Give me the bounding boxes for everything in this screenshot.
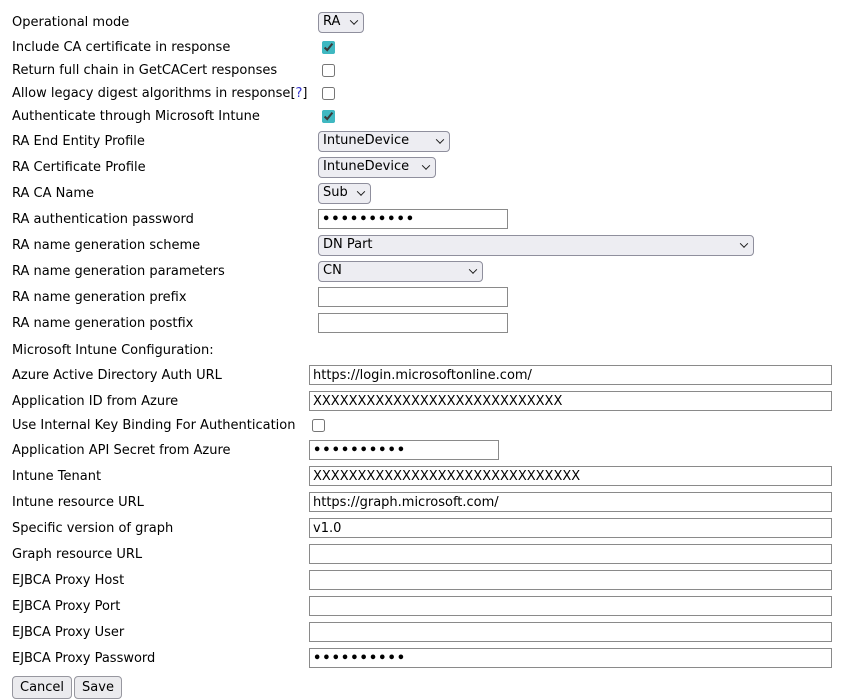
return-full-chain-checkbox[interactable] xyxy=(322,64,335,77)
ra-name-scheme-label: RA name generation scheme xyxy=(12,238,318,253)
ra-certificate-profile-label: RA Certificate Profile xyxy=(12,160,318,175)
authenticate-intune-checkbox[interactable] xyxy=(322,110,335,123)
intune-section-title: Microsoft Intune Configuration: xyxy=(12,343,214,358)
intune-resource-url-input[interactable] xyxy=(309,492,832,512)
ra-end-entity-profile-select-wrap: IntuneDevice xyxy=(318,131,450,152)
ra-ca-name-label: RA CA Name xyxy=(12,186,318,201)
operational-mode-select-wrap: RA xyxy=(318,12,364,33)
field-row-ra-name-postfix: RA name generation postfix xyxy=(12,310,845,336)
ra-name-scheme-select-wrap: DN Part xyxy=(318,235,754,256)
field-row-graph-version: Specific version of graph xyxy=(12,515,845,541)
graph-resource-url-input[interactable] xyxy=(309,544,832,564)
graph-version-label: Specific version of graph xyxy=(12,521,309,536)
field-row-ra-name-params: RA name generation parameters CN xyxy=(12,258,845,284)
field-row-ra-name-scheme: RA name generation scheme DN Part xyxy=(12,232,845,258)
field-row-return-full-chain: Return full chain in GetCACert responses xyxy=(12,59,845,82)
operational-mode-label: Operational mode xyxy=(12,15,318,30)
proxy-password-input[interactable] xyxy=(309,648,832,668)
field-row-proxy-user: EJBCA Proxy User xyxy=(12,619,845,645)
ra-certificate-profile-select-wrap: IntuneDevice xyxy=(318,157,436,178)
ra-name-postfix-input[interactable] xyxy=(318,313,508,333)
field-row-application-api-secret: Application API Secret from Azure xyxy=(12,437,845,463)
ra-ca-name-select-wrap: Sub xyxy=(318,183,371,204)
intune-tenant-input[interactable] xyxy=(309,466,832,486)
proxy-user-input[interactable] xyxy=(309,622,832,642)
proxy-host-label: EJBCA Proxy Host xyxy=(12,573,309,588)
field-row-ra-certificate-profile: RA Certificate Profile IntuneDevice xyxy=(12,154,845,180)
proxy-password-label: EJBCA Proxy Password xyxy=(12,651,309,666)
ra-certificate-profile-select[interactable]: IntuneDevice xyxy=(318,157,436,178)
allow-legacy-digest-label: Allow legacy digest algorithms in respon… xyxy=(12,86,318,101)
ra-name-scheme-select[interactable]: DN Part xyxy=(318,235,754,256)
cancel-button[interactable]: Cancel xyxy=(12,676,72,699)
field-row-proxy-password: EJBCA Proxy Password xyxy=(12,645,845,671)
application-id-label: Application ID from Azure xyxy=(12,394,309,409)
use-internal-key-binding-label: Use Internal Key Binding For Authenticat… xyxy=(12,418,309,433)
field-row-ra-end-entity-profile: RA End Entity Profile IntuneDevice xyxy=(12,128,845,154)
field-row-intune-resource-url: Intune resource URL xyxy=(12,489,845,515)
ra-end-entity-profile-select[interactable]: IntuneDevice xyxy=(318,131,450,152)
scep-alias-config-page: { "colors": { "checkbox_accent": "#3fb8c… xyxy=(0,0,845,697)
use-internal-key-binding-checkbox[interactable] xyxy=(312,419,325,432)
field-row-use-internal-key-binding: Use Internal Key Binding For Authenticat… xyxy=(12,414,845,437)
ra-end-entity-profile-label: RA End Entity Profile xyxy=(12,134,318,149)
field-row-graph-resource-url: Graph resource URL xyxy=(12,541,845,567)
include-ca-cert-label: Include CA certificate in response xyxy=(12,40,318,55)
intune-config-section: Microsoft Intune Configuration: Azure Ac… xyxy=(12,338,845,671)
ra-name-params-label: RA name generation parameters xyxy=(12,264,318,279)
field-row-allow-legacy-digest: Allow legacy digest algorithms in respon… xyxy=(12,82,845,105)
ra-name-prefix-label: RA name generation prefix xyxy=(12,290,318,305)
field-row-authenticate-intune: Authenticate through Microsoft Intune xyxy=(12,105,845,128)
application-api-secret-input[interactable] xyxy=(309,440,499,460)
field-row-ra-name-prefix: RA name generation prefix xyxy=(12,284,845,310)
proxy-port-input[interactable] xyxy=(309,596,832,616)
application-api-secret-label: Application API Secret from Azure xyxy=(12,443,309,458)
authenticate-intune-label: Authenticate through Microsoft Intune xyxy=(12,109,318,124)
field-row-proxy-host: EJBCA Proxy Host xyxy=(12,567,845,593)
ra-auth-password-input[interactable] xyxy=(318,209,508,229)
graph-version-input[interactable] xyxy=(309,518,832,538)
return-full-chain-label: Return full chain in GetCACert responses xyxy=(12,63,318,78)
ra-auth-password-label: RA authentication password xyxy=(12,212,318,227)
ra-name-postfix-label: RA name generation postfix xyxy=(12,316,318,331)
proxy-user-label: EJBCA Proxy User xyxy=(12,625,309,640)
field-row-intune-tenant: Intune Tenant xyxy=(12,463,845,489)
intune-section-header: Microsoft Intune Configuration: xyxy=(12,338,845,362)
ra-ca-name-select[interactable]: Sub xyxy=(318,183,371,204)
ra-name-prefix-input[interactable] xyxy=(318,287,508,307)
field-row-application-id: Application ID from Azure xyxy=(12,388,845,414)
field-row-ra-auth-password: RA authentication password xyxy=(12,206,845,232)
help-bracket-close: ] xyxy=(302,86,307,101)
field-row-azure-auth-url: Azure Active Directory Auth URL xyxy=(12,362,845,388)
field-row-include-ca-cert: Include CA certificate in response xyxy=(12,36,845,59)
field-row-proxy-port: EJBCA Proxy Port xyxy=(12,593,845,619)
azure-auth-url-input[interactable] xyxy=(309,365,832,385)
scep-general-section: Operational mode RA Include CA certifica… xyxy=(12,8,845,336)
ra-name-params-select[interactable]: CN xyxy=(318,261,483,282)
proxy-port-label: EJBCA Proxy Port xyxy=(12,599,309,614)
intune-resource-url-label: Intune resource URL xyxy=(12,495,309,510)
application-id-input[interactable] xyxy=(309,391,832,411)
proxy-host-input[interactable] xyxy=(309,570,832,590)
intune-tenant-label: Intune Tenant xyxy=(12,469,309,484)
allow-legacy-digest-checkbox[interactable] xyxy=(322,87,335,100)
azure-auth-url-label: Azure Active Directory Auth URL xyxy=(12,368,309,383)
graph-resource-url-label: Graph resource URL xyxy=(12,547,309,562)
form-actions: Cancel Save xyxy=(12,676,845,699)
allow-legacy-digest-label-text: Allow legacy digest algorithms in respon… xyxy=(12,86,290,101)
field-row-operational-mode: Operational mode RA xyxy=(12,8,845,36)
save-button[interactable]: Save xyxy=(74,676,122,699)
operational-mode-select[interactable]: RA xyxy=(318,12,364,33)
ra-name-params-select-wrap: CN xyxy=(318,261,483,282)
include-ca-cert-checkbox[interactable] xyxy=(322,41,335,54)
field-row-ra-ca-name: RA CA Name Sub xyxy=(12,180,845,206)
